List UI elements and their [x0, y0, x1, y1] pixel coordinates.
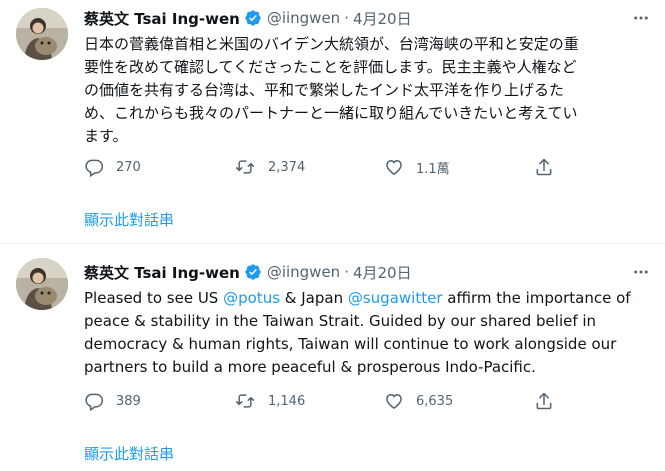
tweet-text-segment: & Japan	[280, 289, 348, 307]
like-count: 6,635	[416, 393, 454, 409]
tweet-text-segment: affirm the importance of	[442, 289, 631, 307]
tweet-text: Pleased to see US @potus & Japan @sugawi…	[84, 287, 644, 379]
display-name[interactable]: 蔡英文 Tsai Ing-wen	[84, 262, 240, 283]
tweet-text-line: Pleased to see US @potus & Japan @sugawi…	[84, 287, 644, 310]
mention-link[interactable]: @potus	[223, 289, 280, 307]
verified-badge-icon	[244, 263, 262, 281]
action-bar: 389 1,146 6,635	[84, 391, 554, 411]
retweet-button[interactable]: 1,146	[234, 391, 384, 411]
reply-icon	[84, 391, 104, 411]
share-button[interactable]	[534, 391, 554, 411]
tweet-text-segment: Pleased to see US	[84, 289, 224, 307]
share-icon	[534, 391, 554, 411]
handle[interactable]: @iingwen	[267, 263, 340, 281]
tweet-text-line: partners to build a more peaceful & pros…	[84, 358, 536, 376]
mention-link[interactable]: @sugawitter	[348, 289, 443, 307]
reply-button[interactable]: 389	[84, 391, 234, 411]
timestamp[interactable]: 4月20日	[353, 262, 412, 283]
avatar[interactable]	[16, 258, 68, 310]
more-icon[interactable]	[631, 262, 651, 282]
tweet-header: 蔡英文 Tsai Ing-wen @iingwen · 4月20日	[84, 261, 412, 283]
retweet-icon	[234, 391, 256, 411]
retweet-count: 1,146	[268, 393, 306, 409]
tweet[interactable]: 蔡英文 Tsai Ing-wen @iingwen · 4月20日 Please…	[0, 0, 665, 471]
tweet-text-line: peace & stability in the Taiwan Strait. …	[84, 312, 597, 330]
like-icon	[384, 391, 404, 411]
like-button[interactable]: 6,635	[384, 391, 534, 411]
reply-count: 389	[116, 393, 141, 409]
show-thread-link[interactable]: 顯示此對話串	[84, 443, 174, 464]
tweet-text-line: democracy & human rights, Taiwan will co…	[84, 335, 617, 353]
separator-dot: ·	[344, 263, 349, 281]
